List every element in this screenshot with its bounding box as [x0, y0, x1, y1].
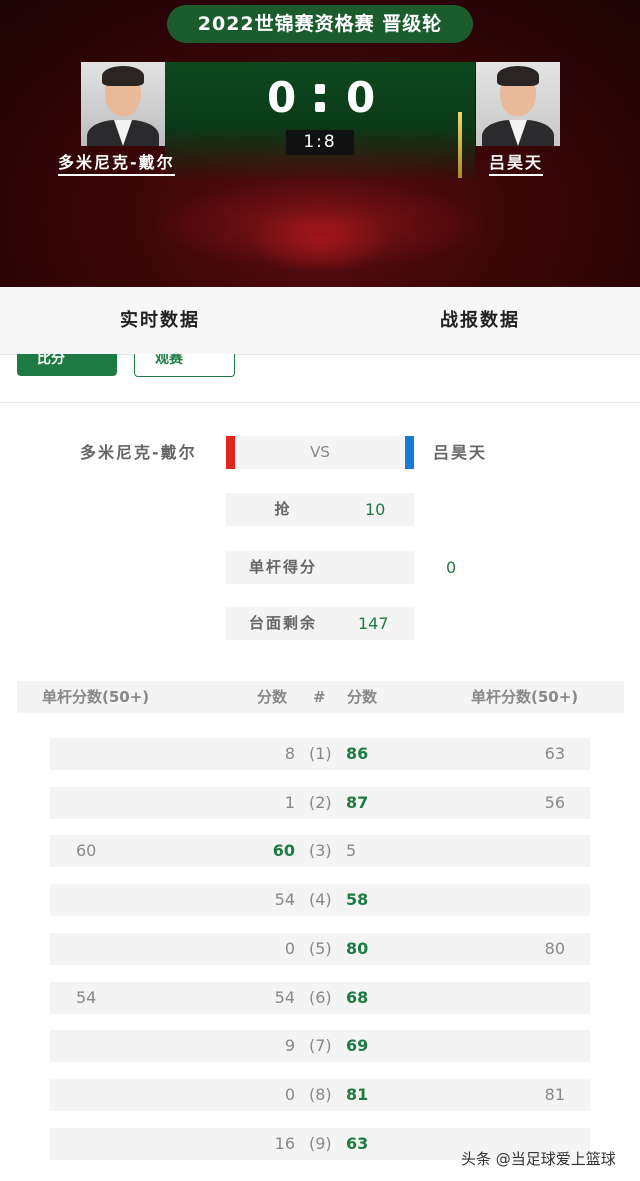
right-score-cell: 81 — [346, 1085, 369, 1104]
table-row: 54 (4) 58 — [50, 884, 590, 916]
stat-label: 单杆得分 — [248, 558, 317, 576]
watermark: 头条 @当足球爱上篮球 — [461, 1150, 616, 1168]
left-score-cell: 60 — [272, 841, 295, 860]
left-score-cell: 0 — [284, 939, 295, 958]
frame-info: 1:8 — [286, 130, 354, 155]
stat-label: 抢 — [274, 500, 292, 518]
tab-report-data[interactable]: 战报数据 — [320, 287, 640, 354]
right-score-cell: 87 — [346, 793, 369, 812]
stat-row-break: 单杆得分 — [226, 551, 414, 584]
header-frame-number: # — [313, 688, 326, 706]
stat-value: 0 — [446, 558, 457, 577]
right-player-color-marker — [405, 436, 414, 469]
right-score-cell: 80 — [346, 939, 369, 958]
table-row: 1 (2) 87 56 — [50, 787, 590, 819]
left-score-cell: 8 — [284, 744, 295, 763]
frame-number-cell: (5) — [309, 939, 332, 958]
right-break-cell: 80 — [544, 939, 565, 958]
header-left-break: 单杆分数(50+) — [42, 688, 150, 706]
frame-number-cell: (8) — [309, 1085, 332, 1104]
player-left-name[interactable]: 多米尼克-戴尔 — [58, 153, 175, 176]
right-score-cell: 69 — [346, 1036, 369, 1055]
left-break-cell: 60 — [76, 841, 97, 860]
stat-value: 10 — [365, 500, 386, 519]
right-break-cell: 56 — [544, 793, 565, 812]
header-right-score: 分数 — [347, 688, 378, 706]
frame-number-cell: (1) — [309, 744, 332, 763]
score-button-label: 比分 — [37, 354, 65, 367]
player-right-score: 0 — [346, 73, 376, 122]
frame-number-cell: (9) — [309, 1134, 332, 1153]
score-separator — [314, 84, 326, 114]
left-score-cell: 16 — [274, 1134, 295, 1153]
vs-bar: VS — [226, 436, 414, 469]
left-score-cell: 9 — [284, 1036, 295, 1055]
table-row: 0 (5) 80 80 — [50, 933, 590, 965]
vs-left-player-name: 多米尼克-戴尔 — [80, 443, 197, 462]
player-left-score: 0 — [267, 73, 297, 122]
table-row: 60 60 (3) 5 — [50, 835, 590, 867]
right-break-cell: 81 — [544, 1085, 565, 1104]
stat-value: 147 — [358, 614, 389, 633]
left-score-cell: 1 — [284, 793, 295, 812]
event-title: 2022世锦赛资格赛 晋级轮 — [167, 5, 473, 43]
watch-button-label: 观赛 — [155, 354, 183, 367]
table-row: 8 (1) 86 63 — [50, 738, 590, 770]
table-row: 0 (8) 81 81 — [50, 1079, 590, 1111]
table-row: 54 54 (6) 68 — [50, 982, 590, 1014]
tab-live-data[interactable]: 实时数据 — [0, 287, 320, 354]
turn-indicator — [458, 112, 462, 178]
left-break-cell: 54 — [76, 988, 97, 1007]
right-score-cell: 58 — [346, 890, 369, 909]
right-score-cell: 63 — [346, 1134, 369, 1153]
frame-number-cell: (3) — [309, 841, 332, 860]
frame-number-cell: (4) — [309, 890, 332, 909]
right-break-cell: 63 — [544, 744, 565, 763]
left-score-cell: 54 — [274, 890, 295, 909]
player-right-name[interactable]: 吕昊天 — [489, 153, 544, 176]
frame-number-cell: (2) — [309, 793, 332, 812]
score-button[interactable]: 比分 — [17, 354, 117, 376]
left-player-color-marker — [226, 436, 235, 469]
vs-right-player-name: 吕昊天 — [433, 443, 488, 462]
stat-row-lead: 抢 10 — [226, 493, 414, 526]
tab-bar: 实时数据 战报数据 — [0, 287, 640, 355]
frame-table-header: 单杆分数(50+) 分数 # 分数 单杆分数(50+) — [17, 681, 624, 713]
player-right-avatar[interactable] — [476, 62, 560, 146]
player-left-avatar[interactable] — [81, 62, 165, 146]
frame-number-cell: (7) — [309, 1036, 332, 1055]
left-score-cell: 54 — [274, 988, 295, 1007]
left-score-cell: 0 — [284, 1085, 295, 1104]
header-right-break: 单杆分数(50+) — [471, 688, 579, 706]
right-score-cell: 68 — [346, 988, 369, 1007]
frame-number-cell: (6) — [309, 988, 332, 1007]
match-header: 2022世锦赛资格赛 晋级轮 多米尼克-戴尔 吕昊天 0 0 1:8 — [0, 0, 640, 287]
table-row: 9 (7) 69 — [50, 1030, 590, 1062]
table-felt — [165, 62, 475, 180]
watch-button[interactable]: 观赛 — [134, 354, 235, 377]
stat-label: 台面剩余 — [248, 614, 317, 632]
stat-row-remaining: 台面剩余 147 — [226, 607, 414, 640]
section-divider — [0, 402, 640, 403]
right-score-cell: 86 — [346, 744, 369, 763]
vs-label: VS — [310, 443, 330, 461]
arena-backdrop-center — [250, 205, 390, 275]
right-score-cell: 5 — [346, 841, 357, 860]
header-left-score: 分数 — [257, 688, 288, 706]
